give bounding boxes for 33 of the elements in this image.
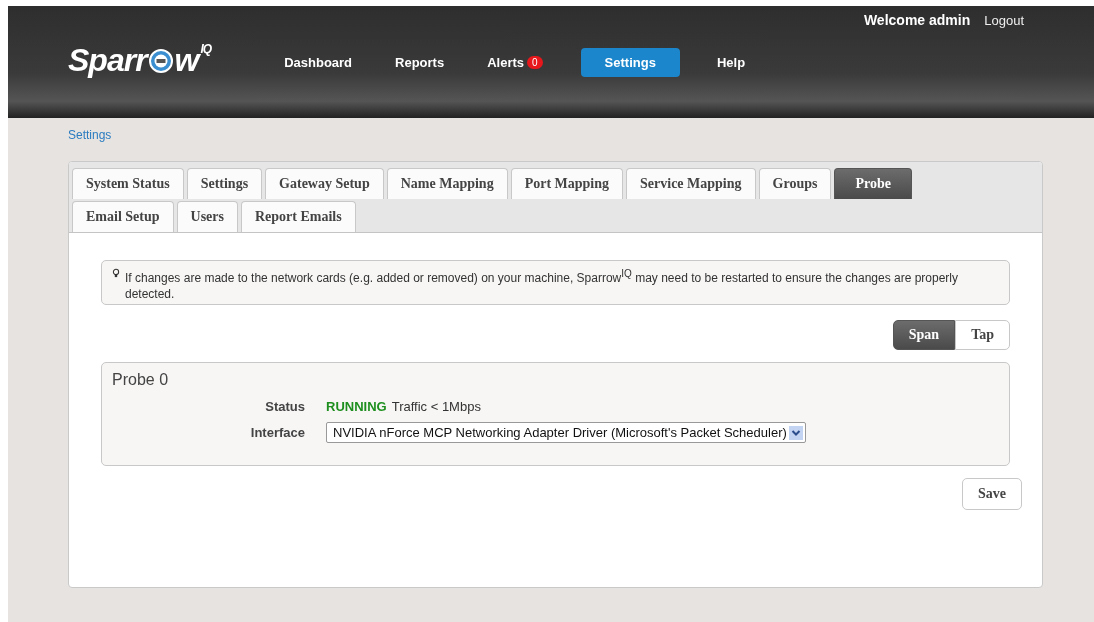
interface-dropdown[interactable]: NVIDIA nForce MCP Networking Adapter Driver (Microsoft's Packet Scheduler) — [326, 422, 806, 443]
welcome-text: Welcome admin — [863, 12, 971, 28]
tab[interactable]: Probe — [834, 168, 912, 199]
tab[interactable]: Report Emails — [240, 201, 356, 232]
logo: Sparr w$^{IQ}$ — [68, 42, 212, 79]
nav-link[interactable]: Alerts 0 — [466, 48, 564, 77]
traffic-text: Traffic < 1Mbps — [391, 399, 481, 414]
nav-link[interactable]: Reports — [374, 48, 466, 77]
tab[interactable]: Settings — [186, 168, 263, 199]
tab[interactable]: System Status — [72, 168, 184, 199]
mode-toggle[interactable]: Span — [892, 320, 956, 350]
breadcrumb-link[interactable]: Settings — [68, 128, 112, 142]
alert-count-badge: 0 — [527, 56, 543, 69]
circle-icon — [147, 47, 174, 74]
save-button[interactable]: Save — [962, 478, 1022, 510]
tab[interactable]: Users — [176, 201, 238, 232]
status-label: Status — [264, 399, 305, 414]
mode-toggle[interactable]: Tap — [955, 320, 1010, 350]
tab[interactable]: Name Mapping — [386, 168, 508, 199]
tab[interactable]: Service Mapping — [626, 168, 756, 199]
nav-link[interactable]: Dashboard — [263, 48, 374, 77]
lightbulb-icon — [112, 268, 120, 279]
notice-text: If changes are made to the network cards (e.g. added or removed) on your machine, Sparrow$^{IQ}$ may need to be restarted to ensure the changes are properly detected. — [125, 267, 960, 302]
status-value: RUNNING — [326, 399, 387, 414]
tab[interactable]: Email Setup — [72, 201, 174, 232]
logout-link[interactable]: Logout — [984, 13, 1024, 28]
tab[interactable]: Port Mapping — [510, 168, 624, 199]
nav-link[interactable]: Settings — [580, 48, 680, 77]
tab[interactable]: Groups — [758, 168, 832, 199]
probe-title: Probe 0 — [112, 371, 170, 389]
nav-link[interactable]: Help — [695, 48, 767, 77]
tab[interactable]: Gateway Setup — [265, 168, 384, 199]
interface-label: Interface — [249, 425, 305, 440]
